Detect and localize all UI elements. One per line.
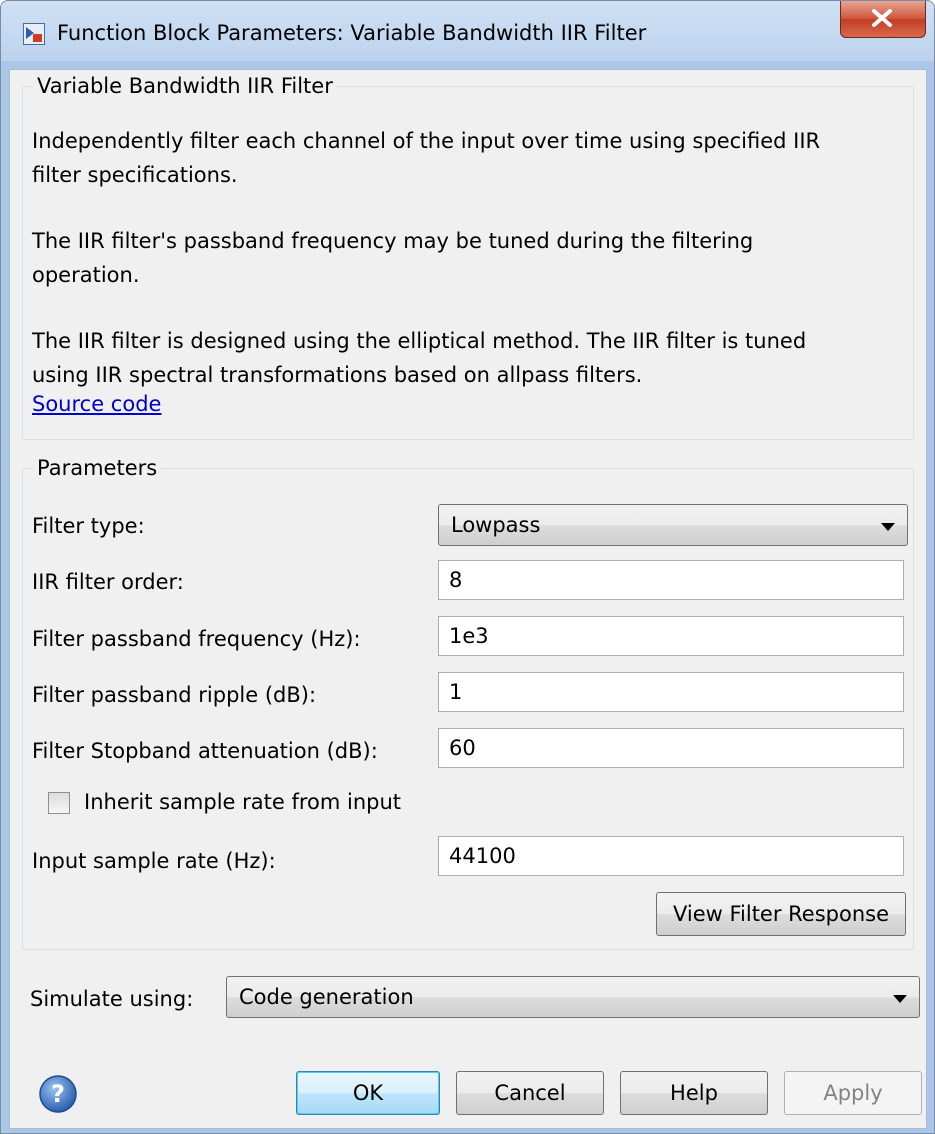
simulate-using-dropdown[interactable]: Code generation bbox=[226, 976, 920, 1018]
simulate-using-value: Code generation bbox=[239, 985, 414, 1009]
description-para1-line1: Independently filter each channel of the… bbox=[32, 129, 821, 153]
inherit-sample-rate-label[interactable]: Inherit sample rate from input bbox=[84, 790, 401, 814]
dialog-body: Variable Bandwidth IIR Filter Independen… bbox=[9, 69, 927, 1129]
description-legend: Variable Bandwidth IIR Filter bbox=[37, 74, 333, 98]
stopband-attenuation-label: Filter Stopband attenuation (dB): bbox=[32, 739, 378, 763]
description-para2-line1: The IIR filter's passband frequency may … bbox=[32, 229, 754, 253]
close-button[interactable] bbox=[840, 1, 926, 38]
chevron-down-icon bbox=[881, 523, 895, 531]
filter-type-value: Lowpass bbox=[451, 513, 541, 537]
passband-ripple-input[interactable]: 1 bbox=[438, 672, 904, 712]
sample-rate-input[interactable]: 44100 bbox=[438, 836, 904, 876]
window-title: Function Block Parameters: Variable Band… bbox=[57, 21, 647, 45]
description-para3-line2: using IIR spectral transformations based… bbox=[32, 363, 643, 387]
ok-button[interactable]: OK bbox=[296, 1071, 440, 1115]
source-code-link[interactable]: Source code bbox=[32, 392, 161, 416]
inherit-sample-rate-checkbox[interactable] bbox=[48, 792, 70, 814]
filter-type-label: Filter type: bbox=[32, 514, 145, 538]
description-para3-line1: The IIR filter is designed using the ell… bbox=[32, 329, 807, 353]
description-para1-line2: filter specifications. bbox=[32, 163, 238, 187]
dialog-window: Function Block Parameters: Variable Band… bbox=[0, 0, 935, 1134]
filter-order-label: IIR filter order: bbox=[32, 570, 184, 594]
filter-order-input[interactable]: 8 bbox=[438, 560, 904, 600]
title-bar[interactable]: Function Block Parameters: Variable Band… bbox=[1, 1, 934, 69]
passband-frequency-input[interactable]: 1e3 bbox=[438, 616, 904, 656]
passband-frequency-label: Filter passband frequency (Hz): bbox=[32, 627, 361, 651]
passband-ripple-label: Filter passband ripple (dB): bbox=[32, 683, 317, 707]
help-icon[interactable]: ? bbox=[38, 1074, 78, 1114]
simulate-using-label: Simulate using: bbox=[30, 987, 194, 1011]
cancel-button[interactable]: Cancel bbox=[456, 1071, 604, 1115]
filter-type-dropdown[interactable]: Lowpass bbox=[438, 504, 908, 546]
sample-rate-label: Input sample rate (Hz): bbox=[32, 849, 276, 873]
stopband-attenuation-input[interactable]: 60 bbox=[438, 728, 904, 768]
close-icon bbox=[872, 9, 892, 27]
apply-button[interactable]: Apply bbox=[784, 1071, 922, 1115]
simulink-block-icon bbox=[23, 23, 45, 45]
parameters-legend: Parameters bbox=[37, 456, 158, 480]
chevron-down-icon bbox=[893, 995, 907, 1003]
svg-text:?: ? bbox=[51, 1080, 65, 1108]
view-filter-response-button[interactable]: View Filter Response bbox=[656, 892, 906, 936]
help-button[interactable]: Help bbox=[620, 1071, 768, 1115]
description-para2-line2: operation. bbox=[32, 263, 140, 287]
